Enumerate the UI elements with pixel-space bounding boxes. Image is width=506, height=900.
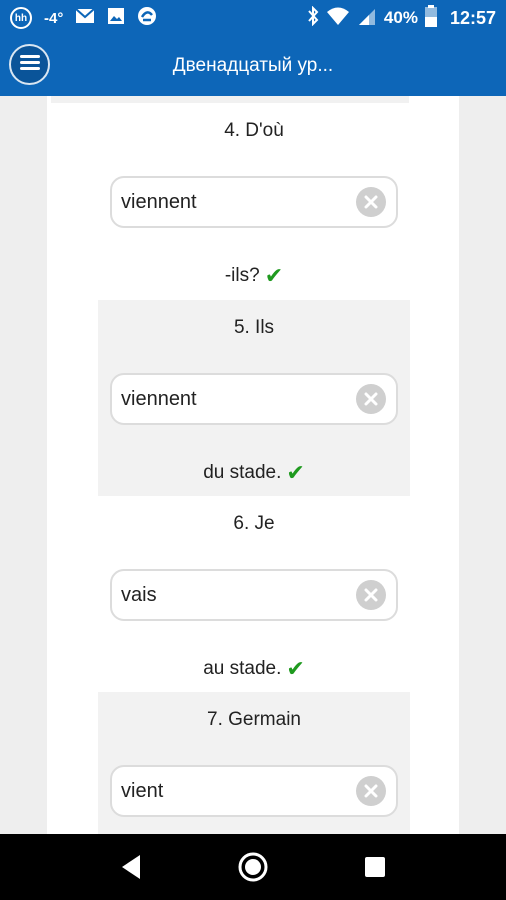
clear-button[interactable]	[356, 384, 386, 414]
exercise-item-4: 4. D'où viennent -ils? ✔	[98, 103, 410, 300]
check-icon: ✔	[264, 263, 284, 288]
status-bar: hh -4° 40% 12:57	[0, 0, 506, 36]
page-title: Двенадцатый ур...	[172, 55, 334, 76]
exercise-item-7: 7. Germain vient	[98, 692, 410, 834]
mail-icon	[75, 7, 96, 29]
back-icon	[122, 855, 140, 879]
clear-icon	[364, 392, 378, 406]
wifi-icon	[326, 6, 350, 31]
answer-field[interactable]: vient	[110, 765, 398, 817]
menu-button[interactable]	[9, 44, 50, 85]
suffix-text: au stade.	[203, 658, 282, 679]
battery-percent: 40%	[383, 8, 418, 27]
suffix-text: -ils?	[224, 265, 260, 286]
bluetooth-icon	[307, 5, 319, 31]
answer-field[interactable]: vais	[110, 569, 398, 621]
clear-icon	[364, 784, 378, 798]
previous-block-edge	[51, 96, 409, 103]
battery-icon	[424, 4, 437, 32]
check-icon: ✔	[286, 460, 305, 485]
answer-field[interactable]: viennent	[110, 373, 398, 425]
recents-button[interactable]	[355, 847, 395, 887]
exercise-prompt: 4. D'où	[224, 120, 284, 141]
image-icon	[107, 7, 125, 30]
clear-button[interactable]	[356, 776, 386, 806]
system-nav-bar	[0, 834, 506, 900]
clear-button[interactable]	[356, 580, 386, 610]
exercise-prompt: 5. Ils	[233, 317, 275, 338]
exercise-prompt: 7. Germain	[207, 709, 301, 730]
clear-button[interactable]	[356, 187, 386, 217]
answer-value: viennent	[121, 190, 197, 213]
exercise-scroll-area[interactable]: 4. D'où viennent -ils? ✔ 5. Ils viennent…	[0, 96, 506, 834]
app-bar: Двенадцатый ур...	[0, 36, 506, 96]
exercise-suffix: -ils? ✔	[98, 263, 410, 289]
app-badge-icon: hh	[10, 7, 32, 29]
check-icon: ✔	[286, 656, 305, 681]
home-icon	[238, 852, 268, 882]
answer-value: viennent	[121, 387, 197, 410]
recents-icon	[365, 857, 385, 877]
exercise-prompt: 6. Je	[233, 513, 275, 534]
exercise-suffix: du stade. ✔	[98, 460, 410, 486]
clear-icon	[364, 588, 378, 602]
exercise-suffix: au stade. ✔	[98, 656, 410, 682]
back-button[interactable]	[111, 847, 151, 887]
temperature-readout: -4°	[44, 9, 64, 27]
home-button[interactable]	[233, 847, 273, 887]
exercise-item-6: 6. Je vais au stade. ✔	[98, 496, 410, 692]
menu-icon	[19, 54, 40, 75]
suffix-text: du stade.	[203, 462, 282, 483]
cell-signal-icon	[357, 6, 377, 31]
answer-field[interactable]: viennent	[110, 176, 398, 228]
answer-value: vient	[121, 779, 164, 802]
clock: 12:57	[449, 7, 496, 28]
answer-value: vais	[121, 583, 157, 606]
app-logo-icon	[137, 6, 157, 31]
exercise-item-5: 5. Ils viennent du stade. ✔	[98, 300, 410, 496]
clear-icon	[364, 195, 378, 209]
